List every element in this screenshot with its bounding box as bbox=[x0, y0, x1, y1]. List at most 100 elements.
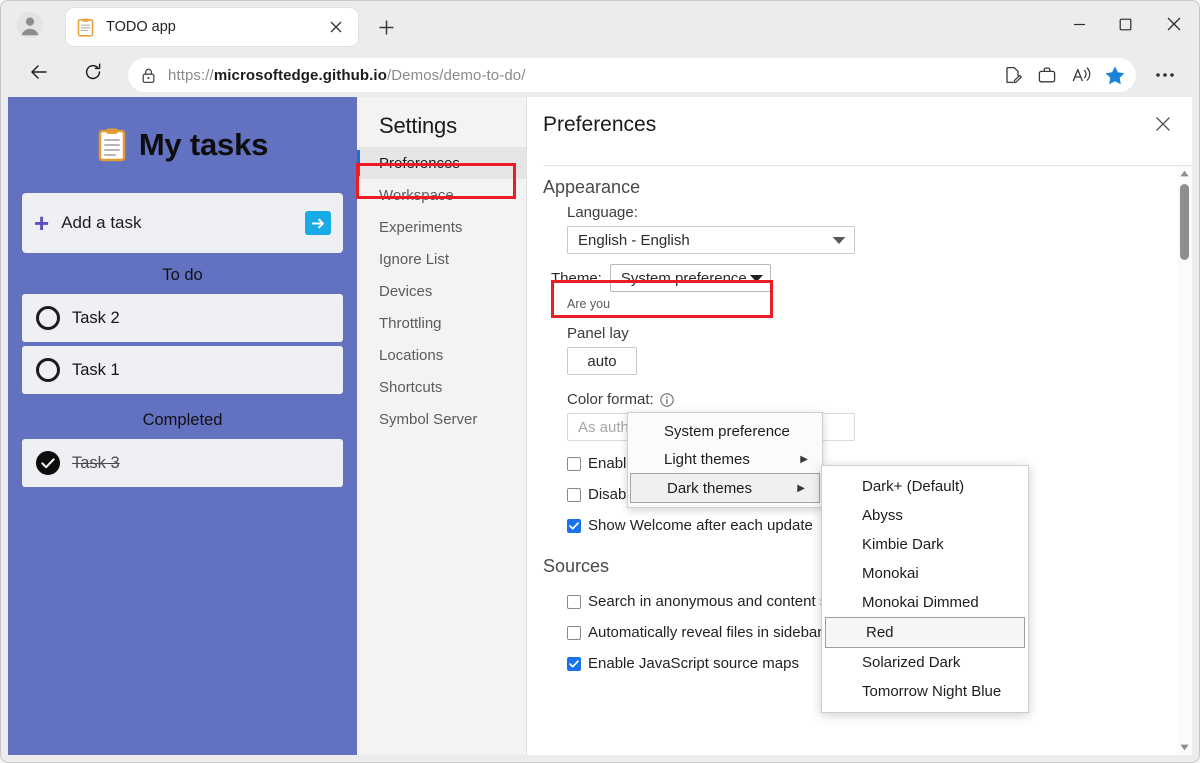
sidebar-item-experiments[interactable]: Experiments bbox=[357, 211, 526, 243]
sidebar-item-shortcuts[interactable]: Shortcuts bbox=[357, 371, 526, 403]
back-button[interactable] bbox=[22, 56, 56, 88]
task-label: Task 2 bbox=[72, 308, 120, 327]
submenu-item-label: Kimbie Dark bbox=[862, 536, 944, 553]
window-minimize-button[interactable] bbox=[1056, 0, 1102, 48]
sidebar-item-label: Throttling bbox=[379, 314, 442, 332]
settings-title: Settings bbox=[379, 113, 457, 138]
task-checkbox-circle-icon[interactable] bbox=[36, 306, 60, 330]
browser-tab[interactable]: TODO app bbox=[66, 8, 358, 46]
collections-icon bbox=[1038, 67, 1056, 83]
tab-close-button[interactable] bbox=[324, 15, 348, 39]
submenu-item-dark-plus[interactable]: Dark+ (Default) bbox=[822, 472, 1028, 501]
menu-item-light-themes[interactable]: Light themes ▶ bbox=[628, 445, 822, 473]
checkbox-disable-paused-overlay[interactable] bbox=[567, 487, 581, 502]
add-task-input[interactable]: Add a task bbox=[61, 213, 305, 233]
theme-dropdown-menu[interactable]: System preference Light themes ▶ Dark th… bbox=[627, 412, 823, 508]
check-icon bbox=[569, 659, 579, 668]
add-task-submit-button[interactable] bbox=[305, 211, 331, 235]
favorite-button[interactable] bbox=[1098, 60, 1132, 90]
tab-title: TODO app bbox=[106, 19, 176, 35]
submenu-item-monokai-dimmed[interactable]: Monokai Dimmed bbox=[822, 588, 1028, 617]
add-task-input-row[interactable]: + Add a task bbox=[22, 193, 343, 253]
submenu-item-label: Red bbox=[866, 624, 894, 641]
submenu-item-label: Dark+ (Default) bbox=[862, 478, 965, 495]
sidebar-item-symbol-server[interactable]: Symbol Server bbox=[357, 403, 526, 435]
scroll-up-icon bbox=[1180, 170, 1189, 177]
task-item[interactable]: Task 1 bbox=[22, 346, 343, 394]
dark-themes-submenu[interactable]: Dark+ (Default) Abyss Kimbie Dark Monoka… bbox=[821, 465, 1029, 713]
settings-scrollbar[interactable] bbox=[1177, 166, 1192, 755]
submenu-item-abyss[interactable]: Abyss bbox=[822, 501, 1028, 530]
new-tab-button[interactable] bbox=[370, 12, 402, 42]
chevron-down-icon bbox=[832, 236, 846, 244]
submenu-item-label: Abyss bbox=[862, 507, 903, 524]
window-close-button[interactable] bbox=[1148, 0, 1200, 48]
todo-section-label-todo: To do bbox=[162, 266, 203, 284]
panel-layout-select[interactable]: auto bbox=[567, 347, 637, 375]
language-value: English - English bbox=[578, 231, 690, 249]
theme-value: System preference bbox=[620, 269, 747, 287]
scrollbar-thumb[interactable] bbox=[1180, 184, 1189, 260]
menu-item-dark-themes[interactable]: Dark themes ▶ bbox=[630, 473, 820, 503]
submenu-item-tomorrow-night-blue[interactable]: Tomorrow Night Blue bbox=[822, 677, 1028, 706]
submenu-item-monokai[interactable]: Monokai bbox=[822, 559, 1028, 588]
address-bar[interactable]: https://microsoftedge.github.io/Demos/de… bbox=[128, 58, 1136, 92]
menu-item-system-preference[interactable]: System preference bbox=[628, 417, 822, 445]
sidebar-item-locations[interactable]: Locations bbox=[357, 339, 526, 371]
checkbox-search-anonymous-scripts[interactable] bbox=[567, 594, 581, 609]
sidebar-item-label: Ignore List bbox=[379, 250, 450, 268]
task-label: Task 1 bbox=[72, 360, 120, 379]
sidebar-item-throttling[interactable]: Throttling bbox=[357, 307, 526, 339]
sidebar-item-label: Workspace bbox=[379, 186, 454, 204]
browser-menu-button[interactable] bbox=[1148, 58, 1182, 92]
submenu-item-label: Solarized Dark bbox=[862, 654, 961, 671]
task-checkbox-circle-icon[interactable] bbox=[36, 358, 60, 382]
read-aloud-button[interactable] bbox=[1064, 60, 1098, 90]
color-format-label: Color format: bbox=[567, 391, 654, 408]
checkbox-auto-reveal-files[interactable] bbox=[567, 625, 581, 640]
sidebar-item-label: Shortcuts bbox=[379, 378, 443, 396]
page-edit-icon bbox=[1006, 66, 1022, 84]
sidebar-item-label: Devices bbox=[379, 282, 433, 300]
color-format-label-row: Color format: bbox=[527, 391, 1192, 408]
tab-strip: TODO app bbox=[0, 0, 1200, 48]
submenu-item-kimbie-dark[interactable]: Kimbie Dark bbox=[822, 530, 1028, 559]
checkbox-enable-js-source-maps[interactable] bbox=[567, 656, 581, 671]
plus-icon: + bbox=[34, 208, 50, 238]
reload-button[interactable] bbox=[76, 56, 110, 88]
info-icon[interactable] bbox=[659, 392, 674, 407]
sidebar-item-ignore-list[interactable]: Ignore List bbox=[357, 243, 526, 275]
scrollbar-up-button[interactable] bbox=[1177, 166, 1192, 181]
settings-close-button[interactable] bbox=[1150, 111, 1176, 137]
sidebar-item-devices[interactable]: Devices bbox=[357, 275, 526, 307]
task-item[interactable]: Task 2 bbox=[22, 294, 343, 342]
settings-sidebar: Settings Preferences Workspace Experimen… bbox=[357, 97, 527, 755]
page-title: Preferences bbox=[543, 113, 657, 136]
checkbox-show-welcome[interactable] bbox=[567, 518, 581, 533]
page-edit-button[interactable] bbox=[996, 60, 1030, 90]
submenu-item-solarized-dark[interactable]: Solarized Dark bbox=[822, 648, 1028, 677]
collections-button[interactable] bbox=[1030, 60, 1064, 90]
task-item[interactable]: Task 3 bbox=[22, 439, 343, 487]
check-icon bbox=[569, 521, 579, 530]
language-label: Language: bbox=[567, 204, 638, 221]
favorite-star-icon bbox=[1105, 65, 1125, 84]
sidebar-item-preferences[interactable]: Preferences bbox=[357, 147, 526, 179]
submenu-item-red[interactable]: Red bbox=[825, 617, 1025, 648]
theme-label: Theme: bbox=[551, 269, 602, 287]
submenu-item-label: Tomorrow Night Blue bbox=[862, 683, 1002, 700]
language-select[interactable]: English - English bbox=[567, 226, 855, 254]
window-maximize-button[interactable] bbox=[1102, 0, 1148, 48]
profile-button[interactable] bbox=[14, 9, 46, 41]
menu-item-label: Dark themes bbox=[667, 479, 753, 497]
checkbox-enable-ctrl-shortcut[interactable] bbox=[567, 456, 581, 471]
sidebar-item-workspace[interactable]: Workspace bbox=[357, 179, 526, 211]
checkbox-label: Automatically reveal files in sidebar bbox=[588, 624, 823, 641]
task-checkbox-checked-icon[interactable] bbox=[36, 451, 60, 475]
task-label: Task 3 bbox=[72, 453, 120, 472]
scrollbar-down-button[interactable] bbox=[1177, 740, 1192, 755]
theme-dropdown-button[interactable]: System preference bbox=[609, 264, 771, 292]
arrow-right-icon bbox=[311, 218, 324, 228]
caret-right-icon: ▶ bbox=[800, 453, 808, 465]
site-security-button[interactable] bbox=[128, 67, 168, 84]
